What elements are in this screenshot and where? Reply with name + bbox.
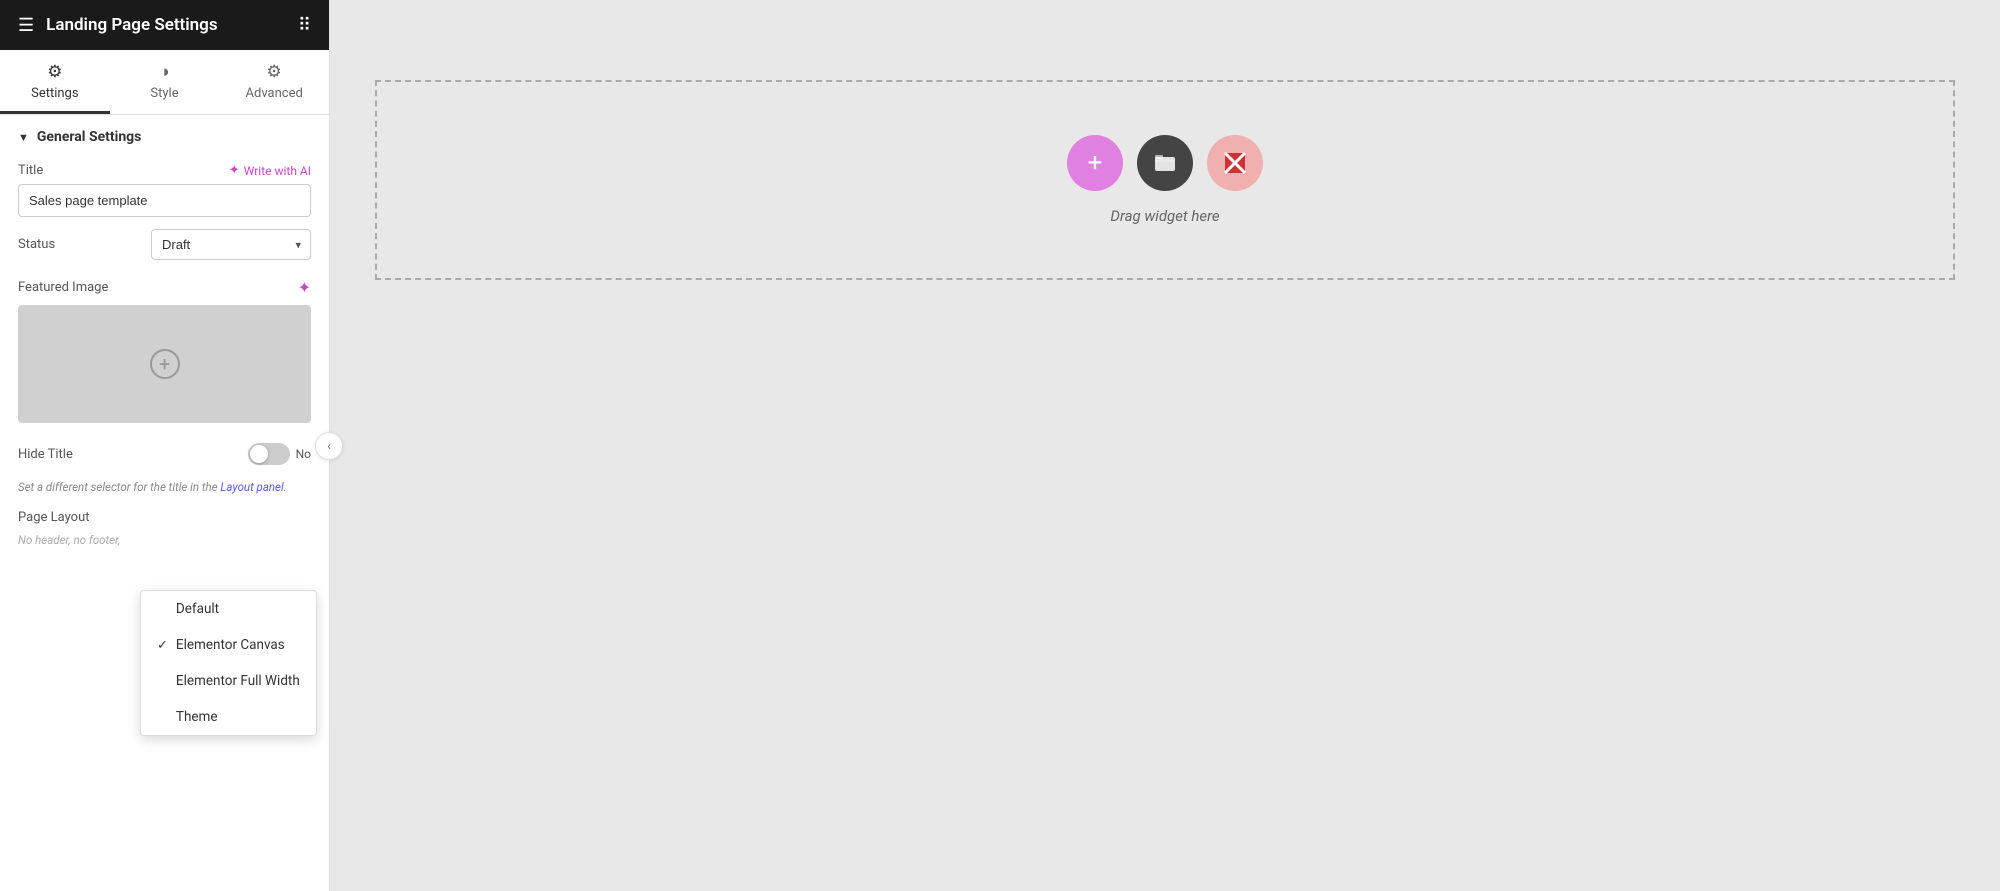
hint-period: . xyxy=(284,480,287,494)
write-ai-button[interactable]: ✦ Write with AI xyxy=(229,163,311,178)
status-select-wrapper: Draft Published Private ▾ xyxy=(151,229,311,260)
shield-svg-icon xyxy=(1221,149,1249,177)
folder-widget-icon[interactable] xyxy=(1137,135,1193,191)
toggle-knob xyxy=(250,445,268,463)
settings-tab-icon: ⚙ xyxy=(47,62,62,82)
widget-icons-row: + xyxy=(1067,135,1263,191)
drag-widget-text: Drag widget here xyxy=(1110,207,1219,225)
settings-tab-label: Settings xyxy=(31,86,78,101)
style-tab-label: Style xyxy=(150,86,178,101)
plus-symbol: + xyxy=(1088,148,1103,178)
no-header-footer-text: No header, no footer, xyxy=(0,531,329,555)
tab-style[interactable]: ◑ Style xyxy=(110,50,220,114)
section-title: General Settings xyxy=(37,129,142,145)
image-add-icon: + xyxy=(150,349,180,379)
dropdown-item-theme[interactable]: ✓ Theme xyxy=(141,699,316,735)
style-tab-icon: ◑ xyxy=(159,62,169,82)
layout-panel-link[interactable]: Layout panel xyxy=(220,480,283,494)
general-settings-section: ▼ General Settings xyxy=(0,115,329,155)
hamburger-icon[interactable]: ☰ xyxy=(18,15,34,36)
sidebar: ☰ Landing Page Settings ⠿ ⚙ Settings ◑ S… xyxy=(0,0,330,891)
section-collapse-arrow[interactable]: ▼ xyxy=(18,131,29,144)
dropdown-label-default: Default xyxy=(176,601,219,617)
hint-text-content: Set a different selector for the title i… xyxy=(18,480,218,494)
status-select[interactable]: Draft Published Private xyxy=(151,229,311,260)
main-canvas-area: + Drag widget here xyxy=(330,0,2000,891)
image-placeholder[interactable]: + xyxy=(18,305,311,423)
sidebar-content: ▼ General Settings Title ✦ Write with AI… xyxy=(0,115,329,891)
title-field-group: Title ✦ Write with AI xyxy=(0,155,329,225)
featured-image-label-row: Featured Image ✦ xyxy=(18,278,311,297)
image-plus-symbol: + xyxy=(159,352,170,376)
tab-advanced[interactable]: ⚙ Advanced xyxy=(219,50,329,114)
dropdown-label-theme: Theme xyxy=(176,709,218,725)
folder-svg-icon xyxy=(1153,151,1177,175)
add-widget-icon[interactable]: + xyxy=(1067,135,1123,191)
sidebar-title: Landing Page Settings xyxy=(46,15,217,35)
dropdown-check-elementor-canvas: ✓ xyxy=(157,638,168,653)
dropdown-label-elementor-canvas: Elementor Canvas xyxy=(176,637,285,653)
page-layout-dropdown: ✓ Default ✓ Elementor Canvas ✓ Elementor… xyxy=(140,590,317,736)
status-field-group: Status Draft Published Private ▾ xyxy=(0,225,329,270)
sidebar-tabs: ⚙ Settings ◑ Style ⚙ Advanced xyxy=(0,50,329,115)
sidebar-header: ☰ Landing Page Settings ⠿ xyxy=(0,0,329,50)
title-input[interactable] xyxy=(18,184,311,217)
write-ai-icon: ✦ xyxy=(229,163,240,178)
ai-image-icon[interactable]: ✦ xyxy=(298,278,311,297)
write-ai-label: Write with AI xyxy=(244,164,311,178)
dropdown-label-elementor-full-width: Elementor Full Width xyxy=(176,673,300,689)
toggle-wrapper: No xyxy=(248,443,311,465)
shield-widget-icon[interactable] xyxy=(1207,135,1263,191)
featured-image-label: Featured Image xyxy=(18,280,108,295)
sidebar-header-left: ☰ Landing Page Settings xyxy=(18,15,218,36)
collapse-icon: ‹ xyxy=(327,439,331,453)
toggle-state-label: No xyxy=(296,447,311,461)
collapse-sidebar-button[interactable]: ‹ xyxy=(315,432,343,460)
dropdown-item-elementor-canvas[interactable]: ✓ Elementor Canvas xyxy=(141,627,316,663)
status-label: Status xyxy=(18,237,55,252)
hide-title-label: Hide Title xyxy=(18,447,73,462)
page-layout-label: Page Layout xyxy=(18,510,90,525)
tab-settings[interactable]: ⚙ Settings xyxy=(0,50,110,114)
advanced-tab-icon: ⚙ xyxy=(267,62,282,82)
canvas-drop-zone[interactable]: + Drag widget here xyxy=(375,80,1955,280)
hide-title-row: Hide Title No xyxy=(0,433,329,475)
hint-text: Set a different selector for the title i… xyxy=(0,475,329,504)
title-label-row: Title ✦ Write with AI xyxy=(18,163,311,178)
featured-image-section: Featured Image ✦ + xyxy=(0,270,329,433)
dropdown-item-default[interactable]: ✓ Default xyxy=(141,591,316,627)
hide-title-toggle[interactable] xyxy=(248,443,290,465)
page-layout-row: Page Layout xyxy=(0,504,329,531)
advanced-tab-label: Advanced xyxy=(246,86,303,101)
grid-icon[interactable]: ⠿ xyxy=(298,15,311,36)
title-label: Title xyxy=(18,163,43,178)
dropdown-item-elementor-full-width[interactable]: ✓ Elementor Full Width xyxy=(141,663,316,699)
